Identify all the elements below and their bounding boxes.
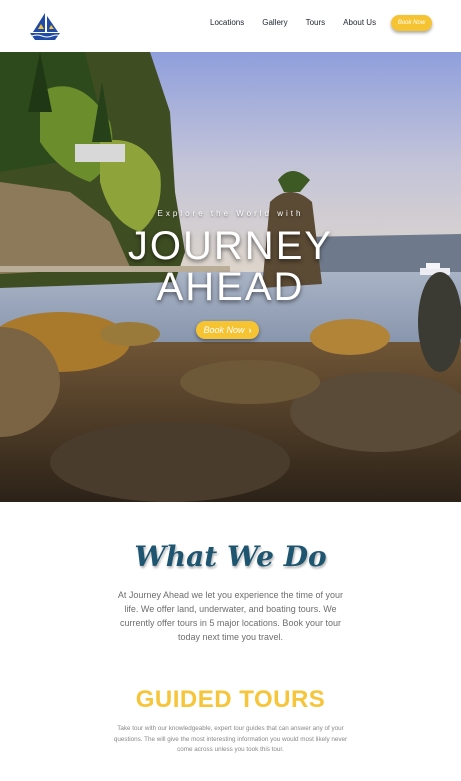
nav-gallery[interactable]: Gallery bbox=[262, 18, 287, 27]
guided-tours-text: Take tour with our knowledgeable, expert… bbox=[113, 725, 348, 753]
sailboat-logo-icon[interactable] bbox=[28, 11, 62, 41]
main-nav: Locations Gallery Tours About Us bbox=[210, 18, 394, 27]
header-book-now-button[interactable]: Book Now bbox=[391, 15, 432, 31]
chevron-right-icon: › bbox=[248, 325, 252, 335]
hero-title-line1: JOURNEY bbox=[127, 224, 334, 268]
nav-tours[interactable]: Tours bbox=[306, 18, 326, 27]
hero-title: JOURNEY AHEAD bbox=[0, 226, 461, 308]
nav-locations[interactable]: Locations bbox=[210, 18, 244, 27]
hero-book-now-button[interactable]: Book Now › bbox=[196, 321, 259, 339]
site-header: Locations Gallery Tours About Us Book No… bbox=[0, 0, 461, 52]
nav-about-us[interactable]: About Us bbox=[343, 18, 376, 27]
hero-tagline: Explore the World with bbox=[157, 209, 304, 218]
hero-title-line2: AHEAD bbox=[156, 265, 305, 309]
what-we-do-text: At Journey Ahead we let you experience t… bbox=[117, 590, 344, 642]
what-we-do-heading: What We Do bbox=[134, 540, 327, 573]
hero-book-now-label: Book Now bbox=[203, 325, 245, 335]
hero-section: Explore the World with JOURNEY AHEAD Boo… bbox=[0, 52, 461, 502]
guided-tours-heading: GUIDED TOURS bbox=[135, 686, 326, 713]
